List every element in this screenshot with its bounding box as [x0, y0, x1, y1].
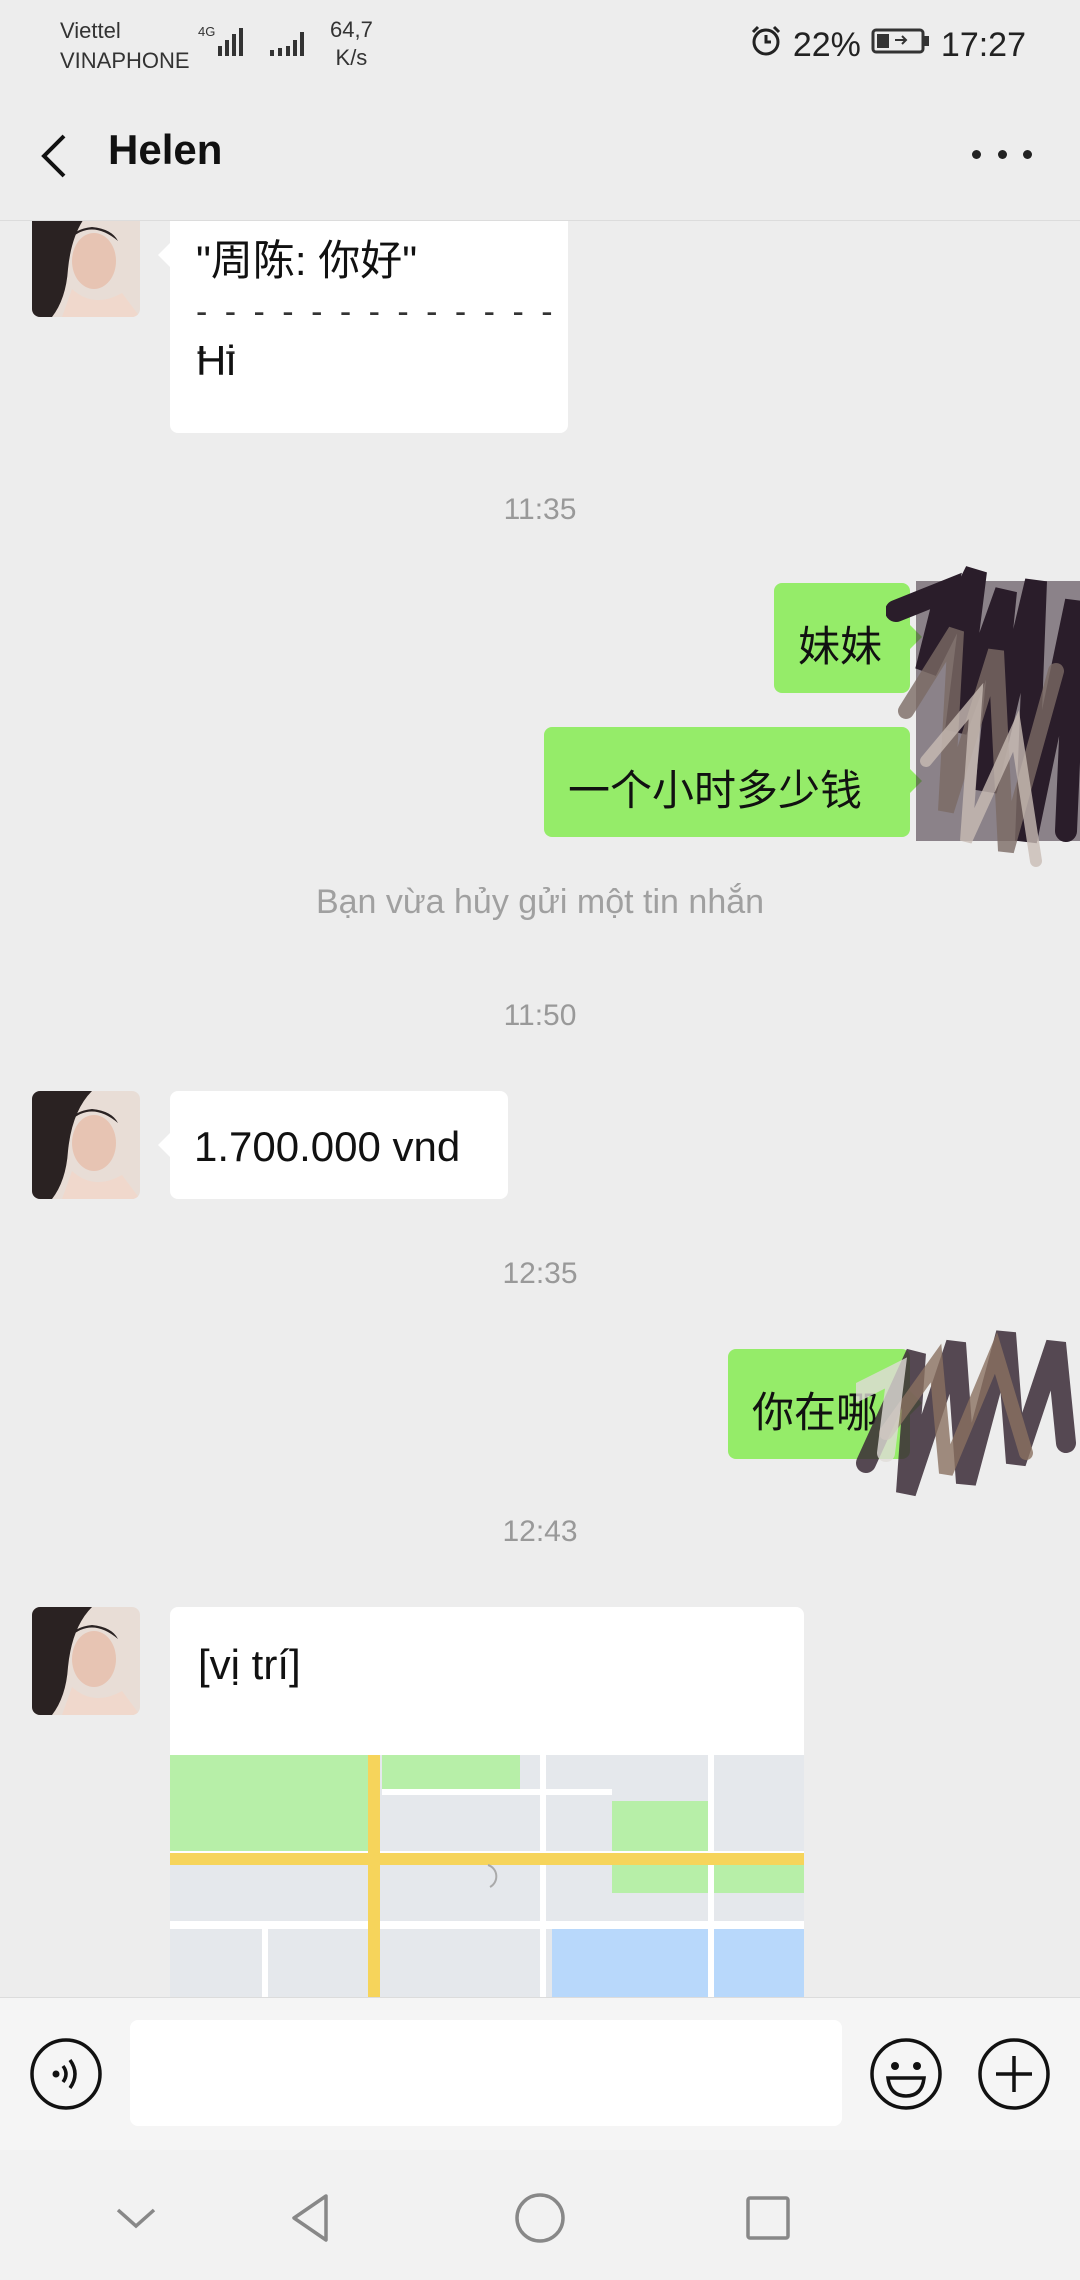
clock: 17:27: [940, 26, 1026, 64]
more-options-button[interactable]: [972, 144, 1032, 164]
carrier-info: Viettel VINAPHONE: [60, 16, 190, 76]
quoted-message-bubble[interactable]: "周陈: 你好" - - - - - - - - - - - - - - - H…: [158, 221, 568, 433]
nav-back-button[interactable]: [282, 2188, 342, 2248]
nav-recent-button[interactable]: [738, 2188, 798, 2248]
chevron-down-icon: [116, 2208, 156, 2229]
location-label: [vị trí]: [198, 1641, 301, 1688]
message-text: 1.700.000 vnd: [194, 1123, 461, 1170]
plus-button[interactable]: [976, 2036, 1052, 2112]
carrier-2: VINAPHONE: [60, 48, 190, 73]
chevron-left-icon: [41, 134, 66, 178]
voice-button[interactable]: [28, 2036, 104, 2112]
square-recent-icon: [746, 2196, 790, 2240]
map-preview[interactable]: [170, 1755, 804, 1997]
battery-percent: 22%: [792, 26, 861, 64]
voice-icon: [30, 2038, 102, 2110]
redaction-scribble: [885, 551, 1080, 881]
recall-notice: Bạn vừa hủy gửi một tin nhắn: [315, 883, 765, 921]
quote-divider: - - - - - - - - - - - - - - -: [196, 293, 557, 370]
chat-messages[interactable]: "周陈: 你好" - - - - - - - - - - - - - - - H…: [0, 221, 1080, 1997]
redaction-scribble: [847, 1313, 1080, 1513]
avatar[interactable]: [32, 221, 140, 317]
emoji-icon: [870, 2038, 942, 2110]
timestamp: 12:43: [502, 1515, 578, 1548]
message-input[interactable]: [130, 2020, 842, 2126]
timestamp: 11:50: [503, 999, 577, 1032]
battery-icon: [871, 26, 931, 65]
plus-icon: [978, 2038, 1050, 2110]
avatar[interactable]: [32, 1607, 140, 1715]
message-text: 妹妹: [798, 623, 883, 670]
nav-hide-button[interactable]: [106, 2188, 166, 2248]
status-bar: Viettel VINAPHONE 4G 64,7 K/s 22% 17:27: [0, 0, 1080, 92]
quote-line: "周陈: 你好": [196, 237, 418, 284]
message-input-bar: [0, 1997, 1080, 2151]
triangle-back-icon: [292, 2194, 328, 2242]
system-nav-bar: [0, 2150, 1080, 2280]
their-message-bubble[interactable]: 1.700.000 vnd: [158, 1091, 508, 1199]
alarm-icon: [749, 24, 783, 67]
timestamp: 11:35: [503, 493, 577, 526]
net-speed-unit: K/s: [335, 45, 368, 70]
message-text: 一个小时多少钱: [568, 767, 863, 814]
net-speed-value: 64,7: [330, 17, 373, 42]
chat-title: Helen: [108, 126, 223, 173]
avatar[interactable]: [32, 1091, 140, 1199]
emoji-button[interactable]: [868, 2036, 944, 2112]
reply-text: Hi: [196, 337, 236, 384]
chat-header: Helen: [0, 92, 1080, 221]
my-message-bubble[interactable]: 一个小时多少钱: [544, 727, 922, 837]
carrier-1: Viettel: [60, 18, 121, 43]
net-speed: 64,7 K/s: [330, 16, 373, 72]
timestamp: 12:35: [502, 1257, 578, 1290]
nav-home-button[interactable]: [510, 2188, 570, 2248]
signal-icon: 4G: [198, 22, 308, 67]
back-button[interactable]: [34, 128, 74, 184]
status-right: 22% 17:27: [749, 24, 1026, 67]
location-message-bubble[interactable]: [vị trí]: [170, 1607, 804, 1997]
circle-home-icon: [515, 2193, 565, 2243]
more-dots-icon: [972, 149, 981, 159]
network-type-label: 4G: [198, 24, 215, 39]
